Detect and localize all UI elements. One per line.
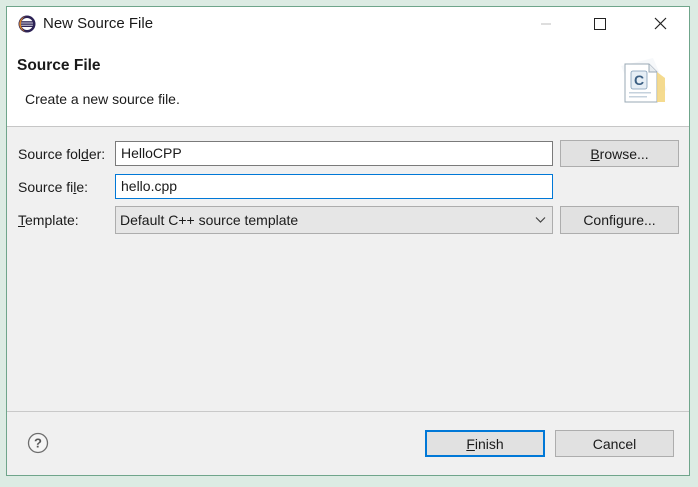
close-button[interactable]	[633, 7, 687, 40]
title-bar: New Source File	[7, 7, 689, 40]
template-label: Template:	[18, 212, 79, 228]
minimize-icon	[541, 23, 551, 24]
configure-button[interactable]: Configure...	[560, 206, 679, 234]
finish-button[interactable]: Finish	[425, 430, 545, 457]
template-selected-value: Default C++ source template	[120, 212, 299, 228]
source-file-input[interactable]: hello.cpp	[115, 174, 553, 199]
minimize-button[interactable]	[519, 7, 573, 40]
maximize-icon	[594, 17, 606, 30]
form-area: Source folder: HelloCPP Browse... Source…	[7, 127, 689, 411]
page-description: Create a new source file.	[25, 91, 180, 107]
footer-separator	[7, 411, 689, 412]
svg-text:C: C	[634, 72, 644, 88]
cancel-button[interactable]: Cancel	[555, 430, 674, 457]
page-title: Source File	[17, 57, 101, 74]
close-icon	[654, 17, 666, 30]
help-icon[interactable]: ?	[27, 432, 49, 454]
wizard-header: Source File Create a new source file. C	[7, 40, 689, 127]
template-select[interactable]: Default C++ source template	[115, 206, 553, 234]
source-folder-label: Source folder:	[18, 146, 106, 162]
source-folder-input[interactable]: HelloCPP	[115, 141, 553, 166]
eclipse-icon	[18, 15, 36, 33]
svg-text:?: ?	[34, 436, 42, 451]
c-source-file-icon: C	[621, 58, 667, 103]
browse-button[interactable]: Browse...	[560, 140, 679, 167]
source-file-label: Source file:	[18, 179, 89, 195]
maximize-button[interactable]	[573, 7, 627, 40]
new-source-file-dialog: New Source File Source File Create a new…	[6, 6, 690, 476]
window-title: New Source File	[43, 15, 154, 32]
chevron-down-icon	[535, 217, 546, 223]
